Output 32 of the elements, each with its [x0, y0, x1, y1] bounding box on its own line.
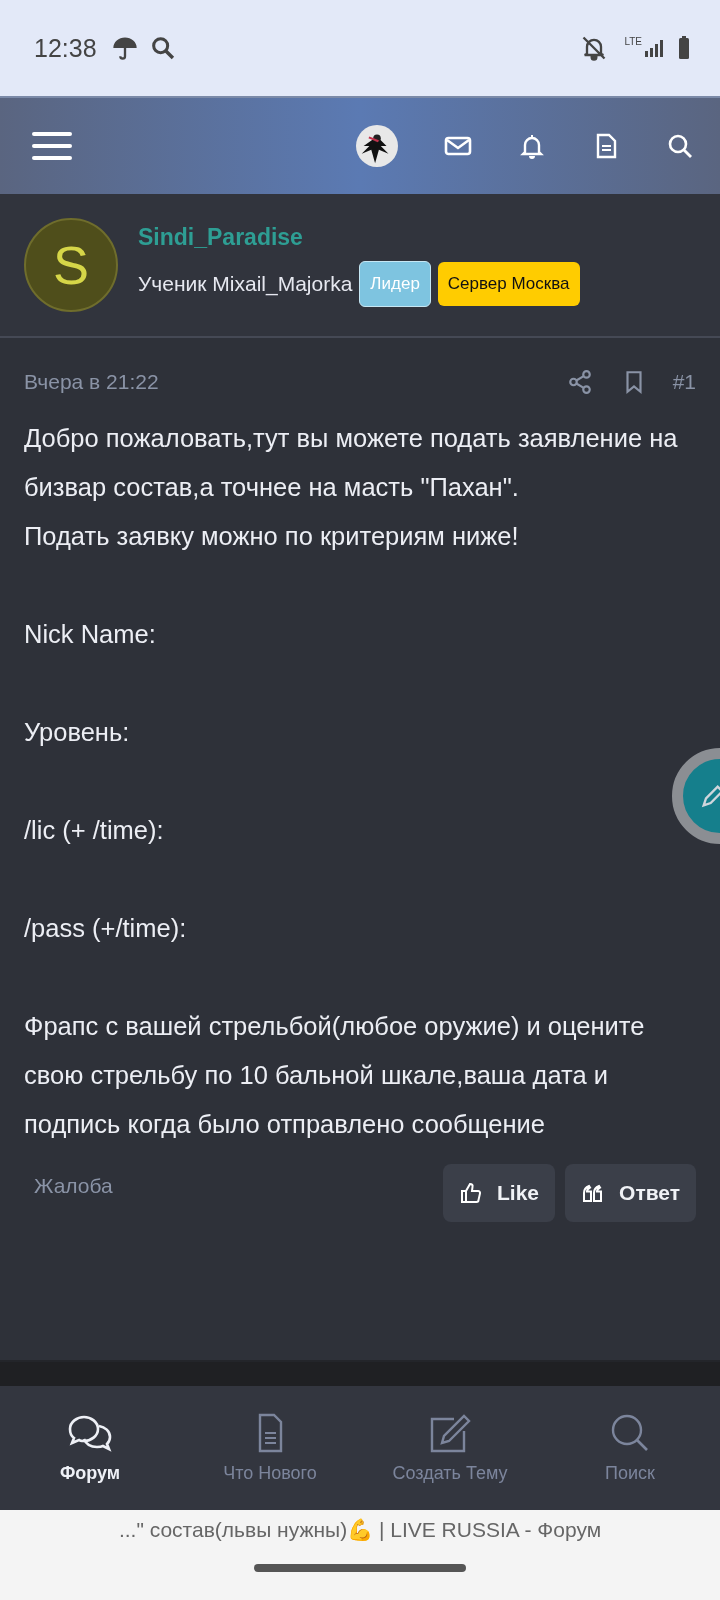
page-title: ..." состав(львы нужны)💪 | LIVE RUSSIA - Форум — [118, 1518, 602, 1542]
nav-tab[interactable]: Форум — [0, 1386, 180, 1510]
network-label: LTE — [624, 35, 642, 47]
post-text: /pass (+/time): — [24, 913, 188, 944]
post-text: Nick Name: — [24, 619, 157, 650]
user-title: Ученик Mixail_Majorka — [138, 271, 353, 296]
battery-icon — [678, 36, 690, 60]
post-text: Подать заявку можно по критериям ниже! — [24, 521, 520, 552]
status-time: 12:38 — [34, 33, 97, 63]
nav-tab[interactable]: Поиск — [540, 1386, 720, 1510]
thumbs-up-icon — [459, 1181, 483, 1205]
pencil-icon — [699, 782, 720, 810]
like-button[interactable]: Like — [443, 1164, 556, 1222]
post-date[interactable]: Вчера в 21:22 — [24, 370, 159, 394]
username[interactable]: Sindi_Paradise — [138, 223, 303, 251]
nav-tab[interactable]: Что Нового — [180, 1386, 360, 1510]
post-number[interactable]: #1 — [672, 370, 696, 394]
nav-tab[interactable]: Создать Тему — [360, 1386, 540, 1510]
post-text: Добро пожаловать,тут вы можете подать заявление на бизвар состав,а точнее на масть "Пахан". — [24, 423, 679, 503]
signal-icon — [644, 38, 664, 58]
search-icon[interactable] — [666, 132, 694, 160]
user-badge: Сервер Москва — [437, 261, 580, 306]
reply-button[interactable]: Ответ — [565, 1164, 696, 1222]
bell-icon[interactable] — [518, 132, 546, 160]
menu-icon[interactable] — [32, 130, 72, 162]
user-avatar[interactable]: S — [24, 218, 118, 312]
report-link[interactable]: Жалоба — [34, 1174, 113, 1198]
share-icon[interactable] — [566, 369, 593, 395]
post-text: Уровень: — [24, 717, 131, 748]
user-badge: Лидер — [359, 260, 431, 307]
post-text: Фрапс с вашей стрельбой(любое оружие) и оцените свою стрельбу по 10 бальной шкале,ваша дата и подпись когда было отправлено сообщение — [24, 1011, 646, 1140]
post-text: /lic (+ /time): — [24, 815, 165, 846]
